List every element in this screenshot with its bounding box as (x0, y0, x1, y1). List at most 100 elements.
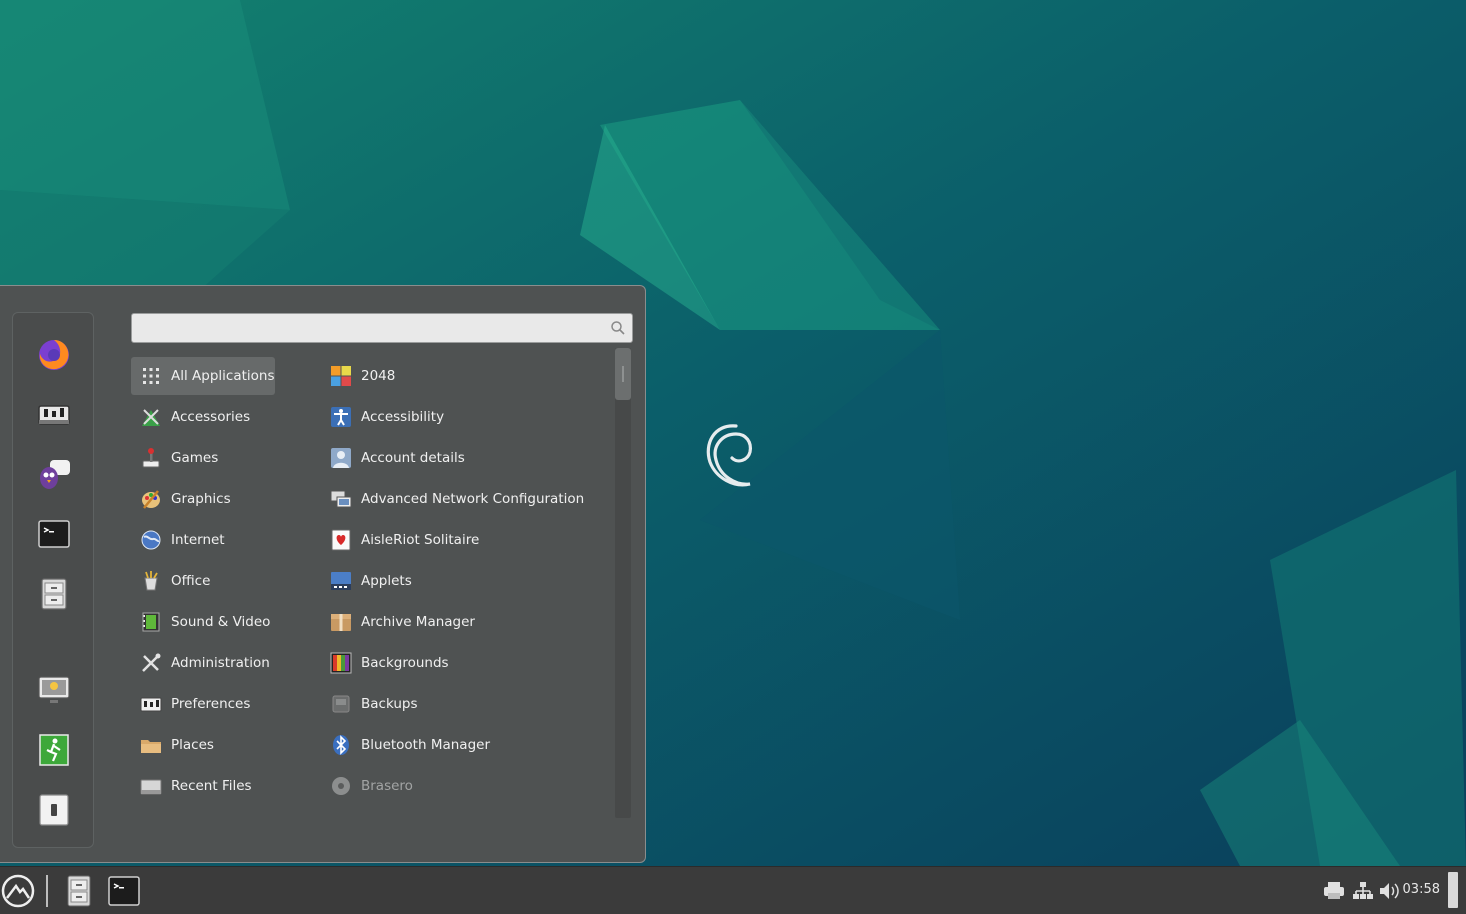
fav-files[interactable] (35, 575, 73, 613)
category-label: Internet (171, 532, 225, 548)
category-recent-files[interactable]: Recent Files (131, 767, 275, 805)
search-input[interactable] (138, 317, 602, 341)
app-label: Backups (361, 696, 418, 712)
firefox-icon (39, 340, 69, 370)
app-backgrounds[interactable]: Backgrounds (321, 644, 591, 682)
preferences-icon (139, 692, 163, 716)
category-label: Preferences (171, 696, 251, 712)
category-office[interactable]: Office (131, 562, 275, 600)
tools-icon (139, 651, 163, 675)
backups-icon (329, 692, 353, 716)
disc-icon (329, 774, 353, 798)
accessories-icon (139, 405, 163, 429)
category-preferences[interactable]: Preferences (131, 685, 275, 723)
bluetooth-icon (329, 733, 353, 757)
app-2048[interactable]: 2048 (321, 357, 591, 395)
app-label: Advanced Network Configuration (361, 491, 585, 507)
palette-icon (139, 487, 163, 511)
fav-chat[interactable] (35, 455, 73, 493)
category-accessories[interactable]: Accessories (131, 398, 275, 436)
app-label: 2048 (361, 368, 396, 384)
lock-screen-icon (38, 676, 70, 703)
recent-files-icon (139, 774, 163, 798)
application-menu: All Applications Accessories Games Graph… (0, 285, 646, 863)
file-cabinet-icon (67, 875, 91, 907)
category-label: Recent Files (171, 778, 252, 794)
show-desktop-button[interactable] (1448, 872, 1458, 908)
app-advanced-network-configuration[interactable]: Advanced Network Configuration (321, 480, 591, 518)
favorites-bar (12, 312, 94, 848)
backgrounds-icon (329, 651, 353, 675)
grid-icon (139, 364, 163, 388)
category-games[interactable]: Games (131, 439, 275, 477)
app-label: Backgrounds (361, 655, 449, 671)
folder-icon (139, 733, 163, 757)
fav-settings[interactable] (35, 395, 73, 433)
app-bluetooth-manager[interactable]: Bluetooth Manager (321, 726, 591, 764)
terminal-icon (38, 520, 70, 548)
app-archive-manager[interactable]: Archive Manager (321, 603, 591, 641)
app-label: Bluetooth Manager (361, 737, 491, 753)
network-config-icon (329, 487, 353, 511)
menu-button[interactable] (1, 873, 35, 909)
category-label: Games (171, 450, 219, 466)
app-accessibility[interactable]: Accessibility (321, 398, 591, 436)
category-graphics[interactable]: Graphics (131, 480, 275, 518)
search-box (131, 313, 633, 343)
app-label: Applets (361, 573, 412, 589)
app-list-scrollbar[interactable] (615, 348, 631, 818)
category-label: Office (171, 573, 211, 589)
app-aisleriot-solitaire[interactable]: AisleRiot Solitaire (321, 521, 591, 559)
power-icon (39, 794, 69, 826)
category-all-applications[interactable]: All Applications (131, 357, 275, 395)
category-internet[interactable]: Internet (131, 521, 275, 559)
terminal-icon (108, 876, 140, 906)
tray-printer[interactable] (1322, 873, 1346, 909)
category-label: Administration (171, 655, 270, 671)
category-label: All Applications (171, 368, 275, 384)
panel-separator (46, 875, 48, 907)
system-settings-icon (38, 405, 70, 425)
office-icon (139, 569, 163, 593)
app-applets[interactable]: Applets (321, 562, 591, 600)
app-label: Accessibility (361, 409, 445, 425)
panel-launcher-terminal[interactable] (108, 873, 140, 909)
panel-clock[interactable]: 03:58 (1403, 867, 1440, 913)
file-cabinet-icon (41, 578, 67, 610)
fav-terminal[interactable] (35, 515, 73, 553)
fav-lock-screen[interactable] (35, 671, 73, 709)
account-icon (329, 446, 353, 470)
menu-logo-icon (1, 874, 35, 908)
category-label: Sound & Video (171, 614, 271, 630)
bottom-panel: 03:58 (0, 866, 1466, 914)
category-places[interactable]: Places (131, 726, 275, 764)
network-icon (1353, 882, 1373, 899)
app-label: Account details (361, 450, 465, 466)
archive-icon (329, 610, 353, 634)
app-account-details[interactable]: Account details (321, 439, 591, 477)
fav-logout[interactable] (35, 731, 73, 769)
tray-volume[interactable] (1377, 873, 1401, 909)
fav-shutdown[interactable] (35, 791, 73, 829)
app-label: Brasero (361, 778, 413, 794)
category-label: Graphics (171, 491, 231, 507)
pidgin-chat-icon (40, 460, 70, 489)
panel-launcher-files[interactable] (64, 873, 94, 909)
debian-logo-icon (706, 424, 752, 487)
joystick-icon (139, 446, 163, 470)
category-administration[interactable]: Administration (131, 644, 275, 682)
tray-network[interactable] (1351, 873, 1375, 909)
app-brasero[interactable]: Brasero (321, 767, 591, 805)
app-label: Archive Manager (361, 614, 475, 630)
category-sound-video[interactable]: Sound & Video (131, 603, 275, 641)
app-label: AisleRiot Solitaire (361, 532, 480, 548)
fav-firefox[interactable] (35, 335, 73, 373)
app-backups[interactable]: Backups (321, 685, 591, 723)
scrollbar-thumb[interactable] (615, 348, 631, 400)
accessibility-icon (329, 405, 353, 429)
cards-icon (329, 528, 353, 552)
globe-icon (139, 528, 163, 552)
exit-icon (39, 734, 69, 766)
applets-icon (329, 569, 353, 593)
2048-icon (329, 364, 353, 388)
